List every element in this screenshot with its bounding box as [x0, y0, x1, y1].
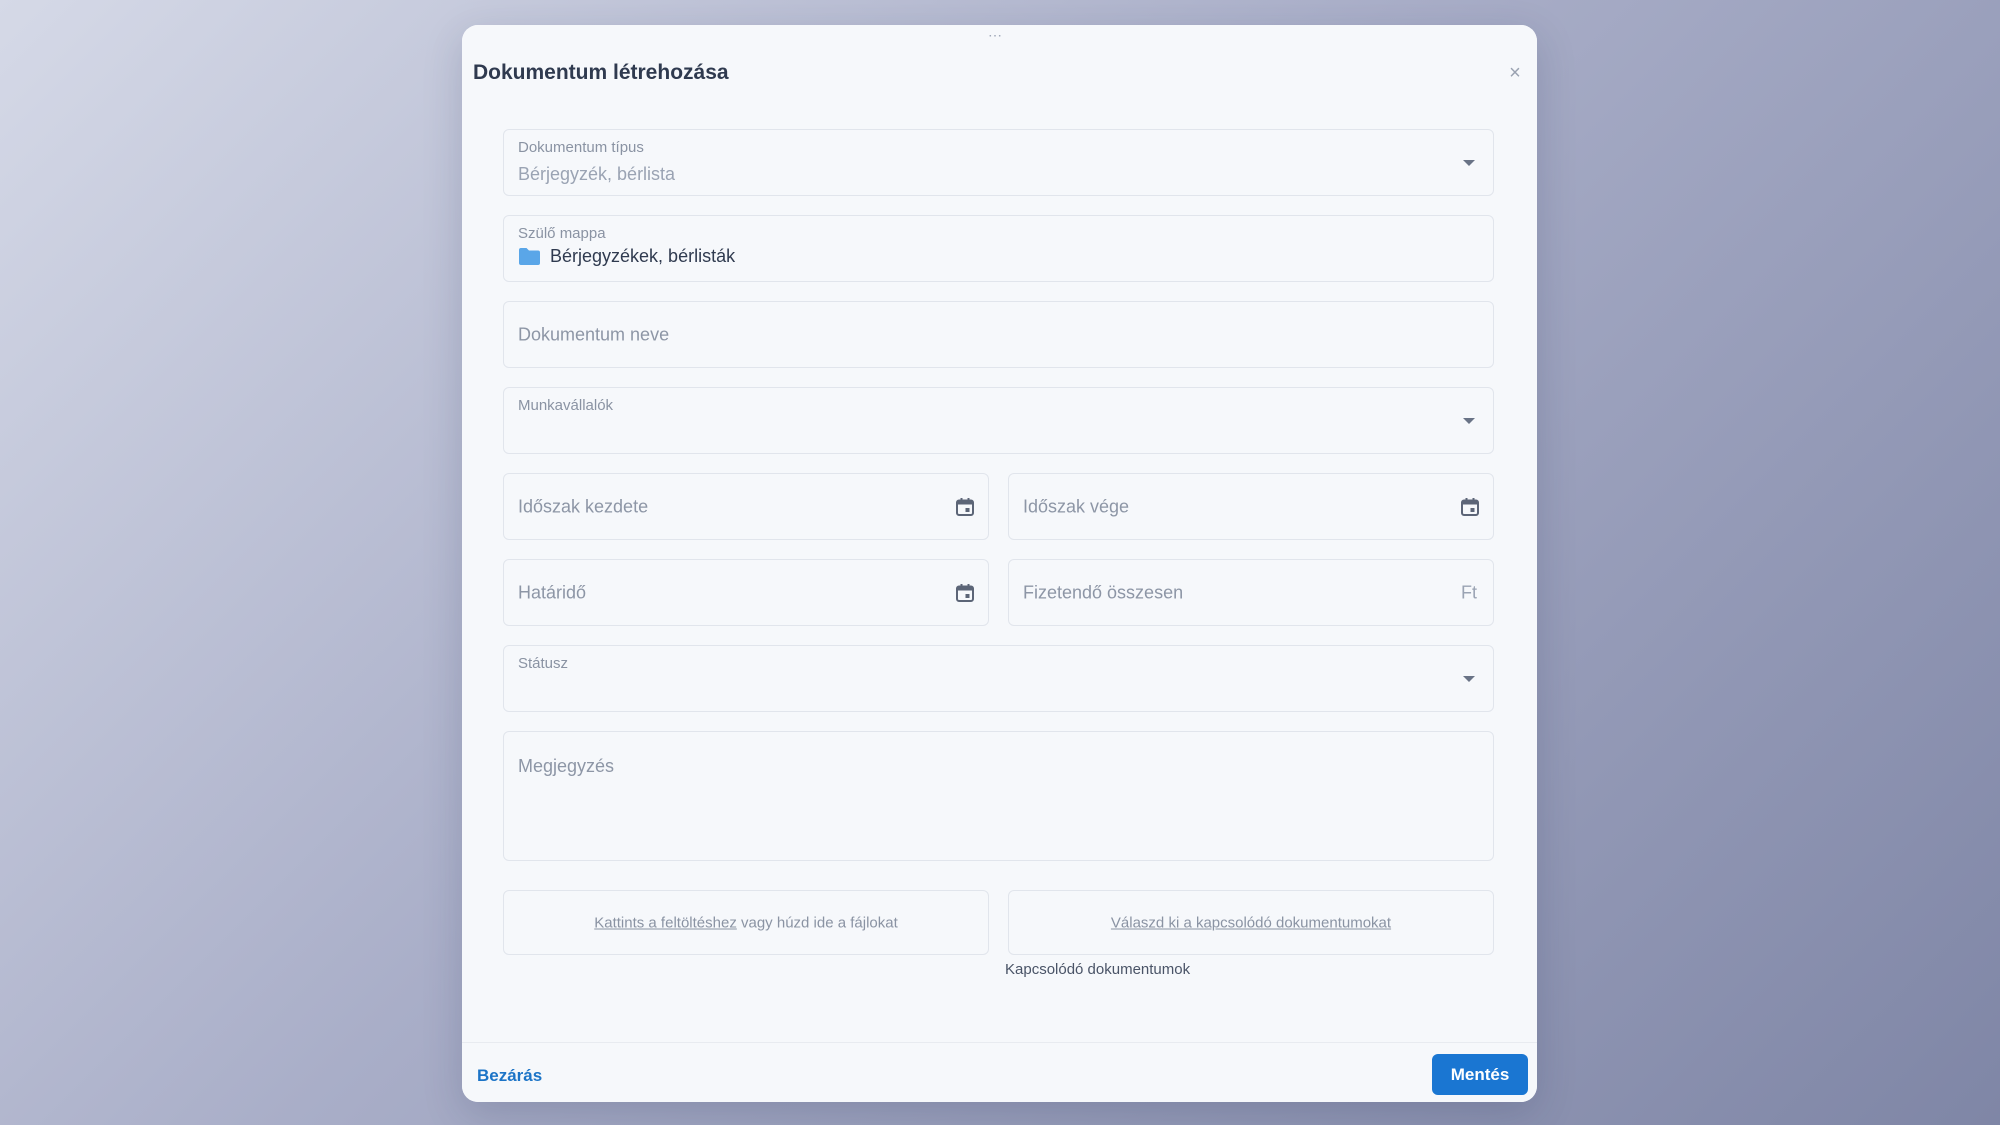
total-payable-placeholder: Fizetendő összesen: [1023, 582, 1184, 602]
upload-link[interactable]: Kattints a feltöltéshez: [594, 914, 737, 931]
file-upload-dropzone[interactable]: Kattints a feltöltéshez vagy húzd ide a …: [503, 890, 989, 955]
drag-handle[interactable]: ⋯: [988, 27, 1003, 44]
upload-rest-text: vagy húzd ide a fájlokat: [736, 914, 898, 931]
currency-suffix: Ft: [1461, 582, 1477, 602]
modal-header: ⋯ Dokumentum létrehozása ×: [462, 25, 1537, 103]
parent-folder-label: Szülő mappa: [518, 225, 606, 242]
total-payable-input[interactable]: Fizetendő összesen Ft: [1008, 559, 1494, 626]
employees-label: Munkavállalók: [518, 397, 614, 414]
close-button[interactable]: Bezárás: [477, 1066, 542, 1086]
chevron-down-icon: [1463, 417, 1475, 424]
chevron-down-icon: [1463, 675, 1475, 682]
document-type-select[interactable]: Dokumentum típus Bérjegyzék, bérlista: [503, 129, 1494, 196]
related-documents-selector[interactable]: Válaszd ki a kapcsolódó dokumentumokat: [1008, 890, 1494, 955]
deadline-input[interactable]: Határidő: [503, 559, 989, 626]
calendar-icon[interactable]: [1459, 496, 1481, 518]
upload-text: Kattints a feltöltéshez vagy húzd ide a …: [504, 914, 988, 931]
modal-title: Dokumentum létrehozása: [473, 61, 729, 84]
document-name-placeholder: Dokumentum neve: [518, 324, 670, 344]
period-end-placeholder: Időszak vége: [1023, 496, 1130, 516]
status-select[interactable]: Státusz: [503, 645, 1494, 712]
calendar-icon[interactable]: [954, 582, 976, 604]
parent-folder-value-row: Bérjegyzékek, bérlisták: [518, 246, 735, 267]
related-documents-link[interactable]: Válaszd ki a kapcsolódó dokumentumokat: [1111, 914, 1391, 931]
period-end-input[interactable]: Időszak vége: [1008, 473, 1494, 540]
employees-select[interactable]: Munkavállalók: [503, 387, 1494, 454]
save-button[interactable]: Mentés: [1432, 1054, 1528, 1095]
document-type-label: Dokumentum típus: [518, 139, 644, 156]
note-textarea[interactable]: Megjegyzés: [503, 731, 1494, 861]
period-start-input[interactable]: Időszak kezdete: [503, 473, 989, 540]
document-type-value: Bérjegyzék, bérlista: [518, 164, 676, 184]
document-name-input[interactable]: Dokumentum neve: [503, 301, 1494, 368]
parent-folder-value: Bérjegyzékek, bérlisták: [550, 246, 736, 266]
create-document-modal: ⋯ Dokumentum létrehozása × Dokumentum tí…: [462, 25, 1537, 1102]
folder-icon: [519, 248, 540, 265]
calendar-icon[interactable]: [954, 496, 976, 518]
parent-folder-field[interactable]: Szülő mappa Bérjegyzékek, bérlisták: [503, 215, 1494, 282]
related-documents-label: Kapcsolódó dokumentumok: [1005, 961, 1191, 978]
chevron-down-icon: [1463, 159, 1475, 166]
period-start-placeholder: Időszak kezdete: [518, 496, 649, 516]
modal-footer: Bezárás Mentés: [462, 1042, 1537, 1102]
note-placeholder: Megjegyzés: [518, 756, 615, 776]
related-text: Válaszd ki a kapcsolódó dokumentumokat: [1009, 914, 1493, 931]
status-label: Státusz: [518, 655, 569, 672]
close-icon[interactable]: ×: [1503, 61, 1527, 85]
deadline-placeholder: Határidő: [518, 582, 587, 602]
